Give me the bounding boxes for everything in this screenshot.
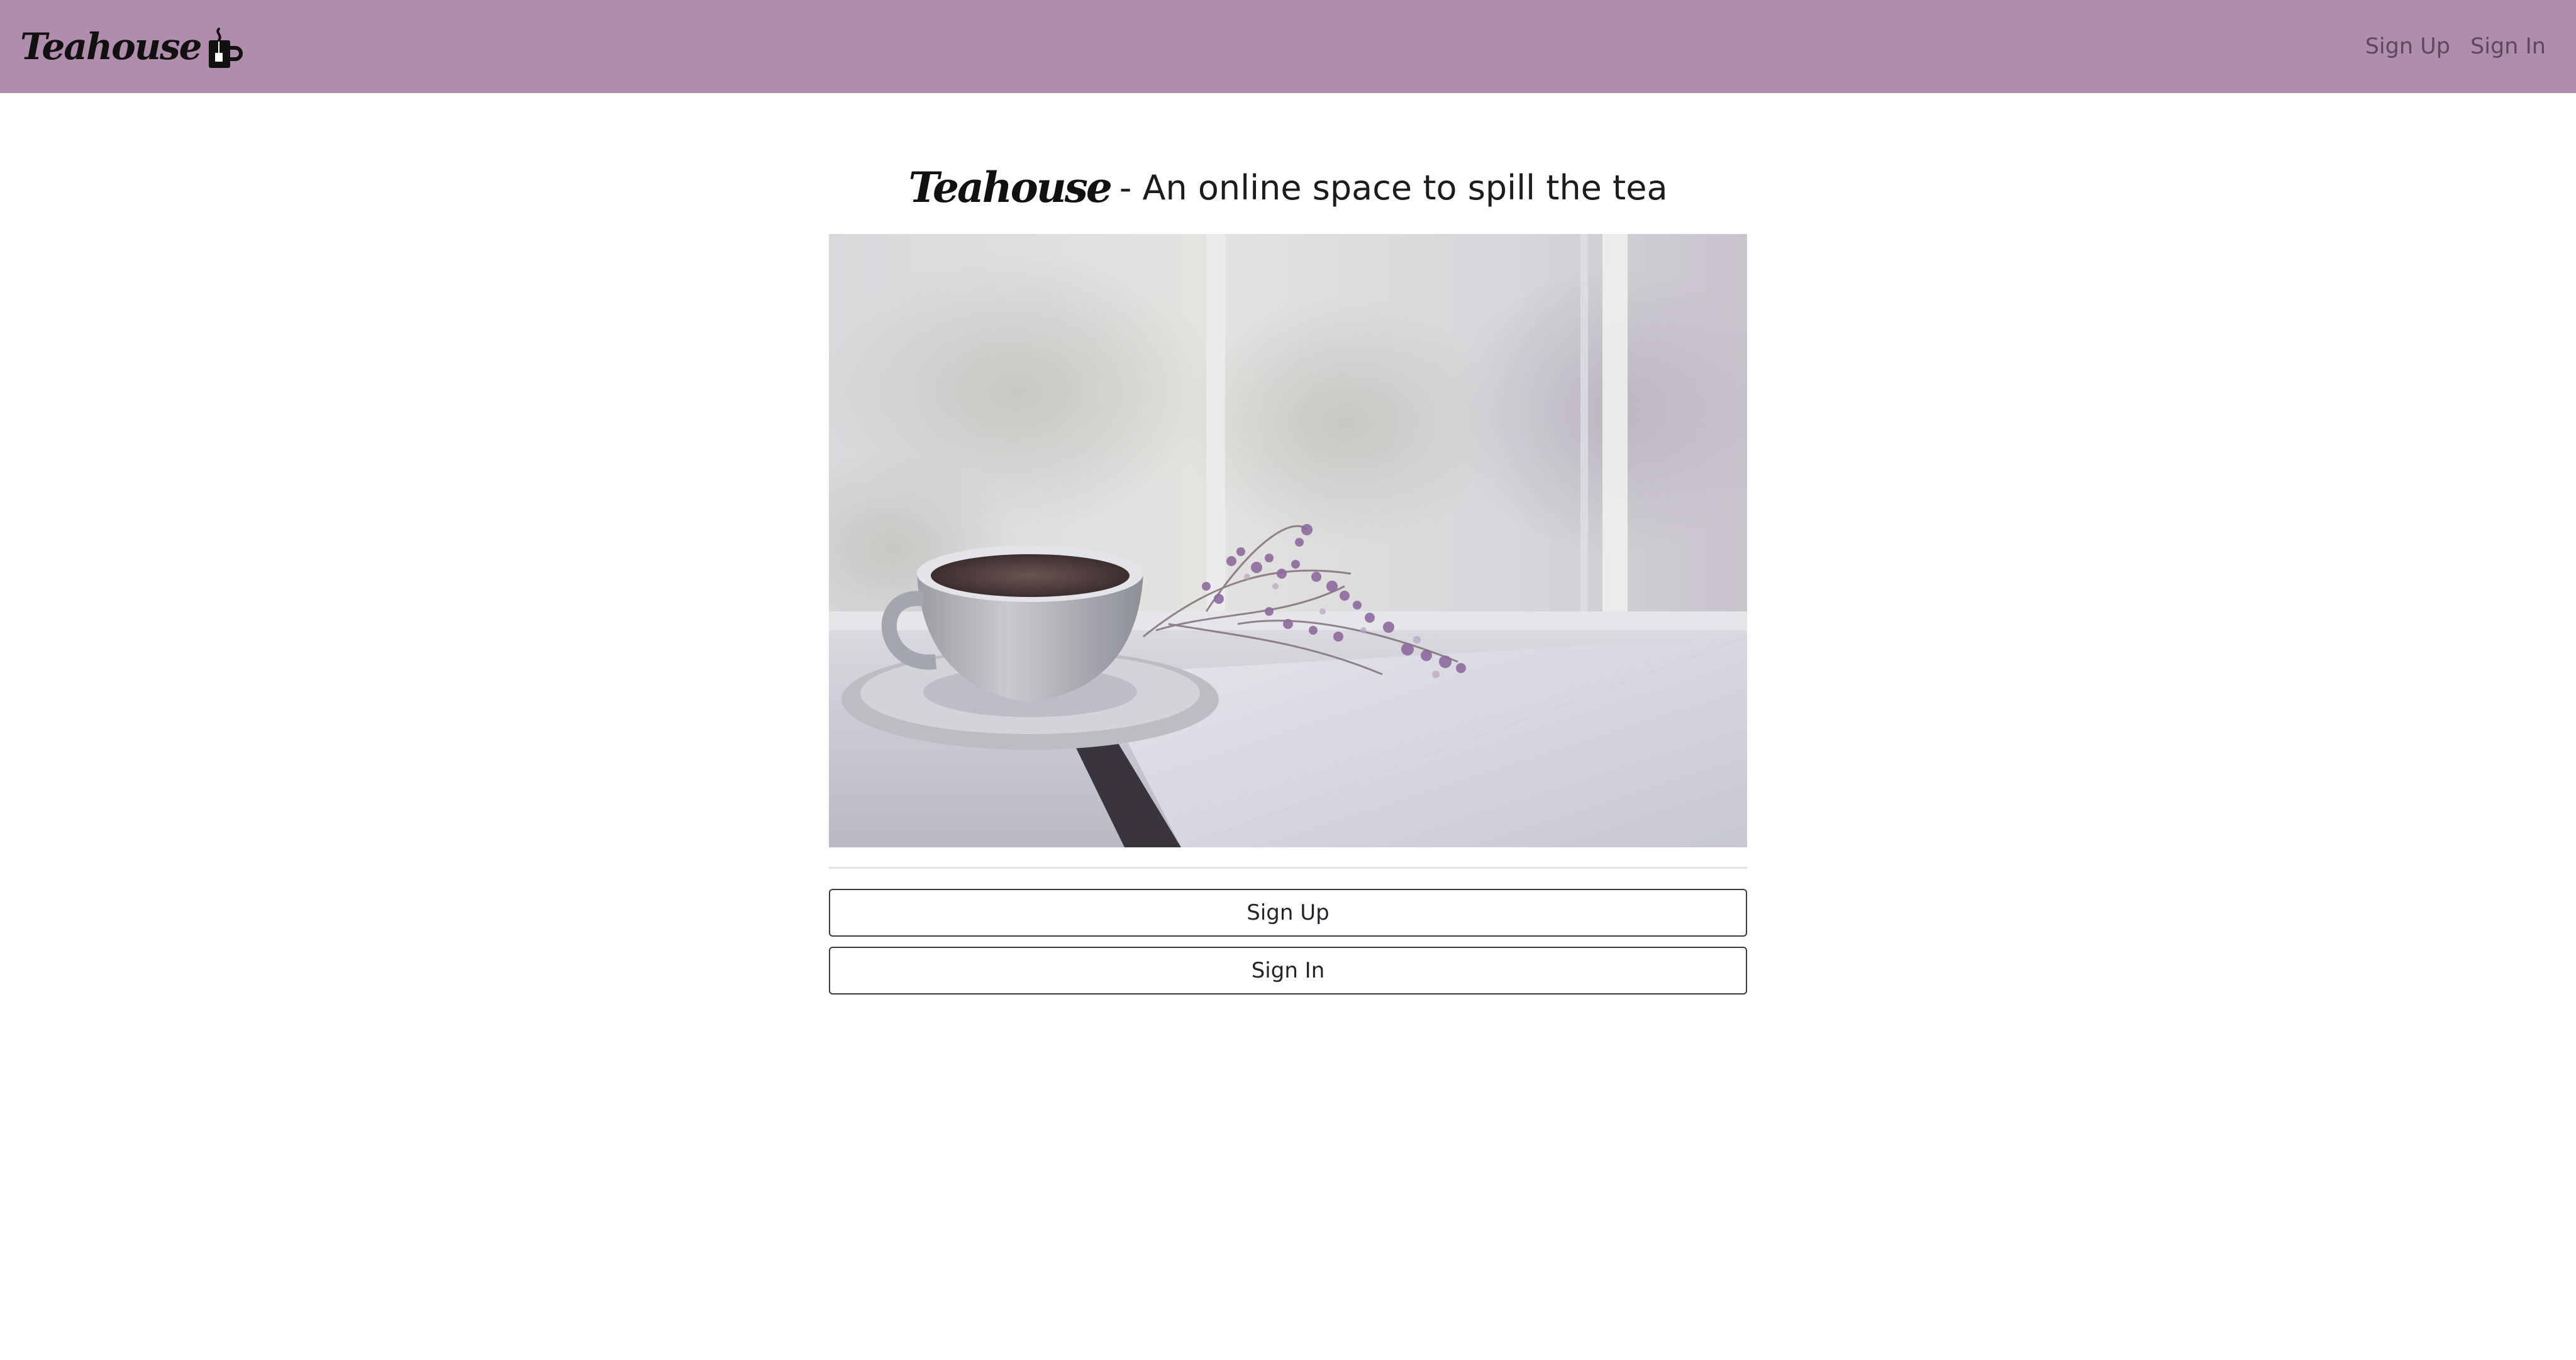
nav-sign-in-link[interactable]: Sign In xyxy=(2470,34,2546,59)
page-headline: Teahouse - An online space to spill the … xyxy=(0,156,2576,219)
hero-image xyxy=(829,234,1747,847)
section-divider xyxy=(829,867,1747,869)
sign-in-button[interactable]: Sign In xyxy=(829,947,1747,995)
nav-sign-up-link[interactable]: Sign Up xyxy=(2365,34,2450,59)
headline-tagline: - An online space to spill the tea xyxy=(1119,167,1668,208)
top-navbar: Teahouse Sign Up Sign In xyxy=(0,0,2576,93)
sign-up-button[interactable]: Sign Up xyxy=(829,889,1747,937)
brand-name: Teahouse xyxy=(20,25,203,68)
tea-mug-icon xyxy=(205,26,243,70)
brand-logo-link[interactable]: Teahouse xyxy=(20,21,243,72)
headline-brand: Teahouse xyxy=(908,163,1112,212)
nav-links: Sign Up Sign In xyxy=(2365,0,2546,93)
